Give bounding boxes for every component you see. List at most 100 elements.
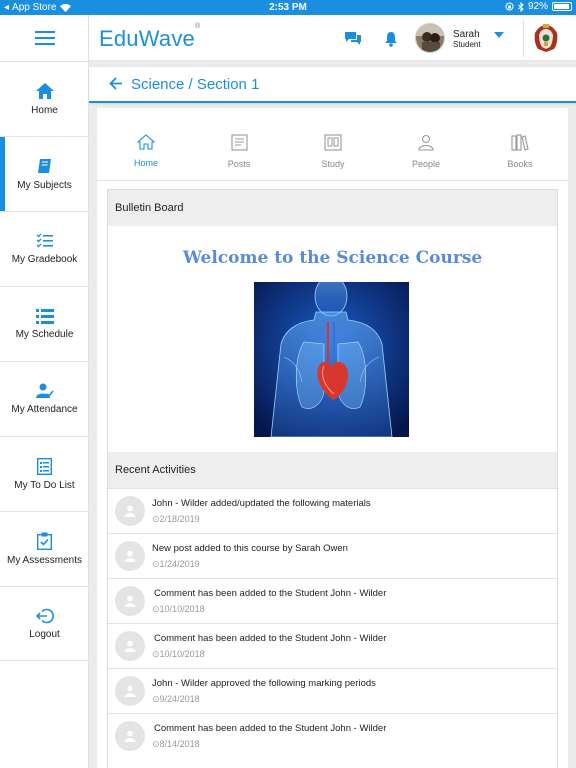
tab-study[interactable]: Study <box>303 134 363 169</box>
sidebar-item-label: Home <box>31 105 58 116</box>
back-arrow-icon[interactable] <box>109 77 123 90</box>
eduwave-logo: EduWave® <box>99 22 201 52</box>
tab-label: Home <box>133 158 158 168</box>
jordan-emblem-logo <box>523 19 567 57</box>
home-icon <box>35 83 54 99</box>
activity-item[interactable]: John - Wilder approved the following mar… <box>108 668 557 713</box>
user-role: Student <box>453 40 481 49</box>
user-placeholder-icon <box>124 505 136 517</box>
sidebar-item-label: Logout <box>29 628 60 640</box>
logo-text: EduWave <box>99 26 195 51</box>
todo-icon <box>37 457 52 475</box>
clock-icon: ⊙ <box>152 604 160 614</box>
checklist-icon <box>36 233 53 248</box>
activity-text: New post added to this course by Sarah O… <box>152 543 348 554</box>
activity-avatar <box>115 676 145 706</box>
user-placeholder-icon <box>124 550 136 562</box>
chat-icon[interactable] <box>344 31 362 46</box>
anatomy-heart-lungs-image <box>254 282 409 437</box>
top-header: EduWave® Sarah Student <box>89 15 576 61</box>
tab-posts[interactable]: Posts <box>209 134 269 169</box>
tab-label: Study <box>321 159 345 169</box>
battery-icon <box>552 2 572 11</box>
sidebar-item-label: My Subjects <box>17 180 72 191</box>
sidebar-item-label: My Attendance <box>11 404 78 415</box>
activity-text: Comment has been added to the Student Jo… <box>154 723 387 734</box>
hamburger-icon <box>34 31 55 45</box>
activity-text: John - Wilder added/updated the followin… <box>152 498 371 509</box>
activity-item[interactable]: Comment has been added to the Student Jo… <box>108 623 557 668</box>
sidebar: Home My Subjects My Gradebook My Schedul… <box>0 15 89 768</box>
clock-icon: ⊙ <box>152 559 160 569</box>
bulletin-board-heading: Bulletin Board <box>108 190 557 226</box>
course-home-panel: Bulletin Board Welcome to the Science Co… <box>107 189 558 768</box>
sidebar-item-my-gradebook[interactable]: My Gradebook <box>0 211 89 286</box>
page-title: Science / Section 1 <box>131 76 260 93</box>
sidebar-item-my-subjects[interactable]: My Subjects <box>0 136 89 211</box>
activity-item[interactable]: New post added to this course by Sarah O… <box>108 533 557 578</box>
activity-date: ⊙8/14/2018 <box>152 739 200 749</box>
tab-books[interactable]: Books <box>490 134 550 169</box>
user-name[interactable]: Sarah <box>453 29 480 40</box>
sidebar-item-label: My Gradebook <box>11 254 78 265</box>
tab-label: Books <box>507 159 533 169</box>
activity-item[interactable]: John - Wilder added/updated the followin… <box>108 488 557 533</box>
bluetooth-icon <box>518 1 524 12</box>
activity-item[interactable]: Comment has been added to the Student Jo… <box>108 578 557 623</box>
activity-item[interactable]: Comment has been added to the Student Jo… <box>108 713 557 758</box>
study-icon <box>324 134 342 151</box>
user-placeholder-icon <box>124 685 136 697</box>
status-right: 92% <box>505 1 572 12</box>
activity-avatar <box>115 631 145 661</box>
user-check-icon <box>35 383 54 398</box>
battery-percent: 92% <box>527 1 548 12</box>
activity-text: John - Wilder approved the following mar… <box>152 678 376 689</box>
books-icon <box>511 134 529 151</box>
posts-icon <box>230 134 248 151</box>
avatar[interactable] <box>415 23 445 53</box>
emblem-icon <box>534 24 557 52</box>
sidebar-item-my-attendance[interactable]: My Attendance <box>0 361 89 436</box>
main-content: Science / Section 1 Home Posts Study Peo… <box>89 61 576 768</box>
book-icon <box>37 159 51 173</box>
clock: 2:53 PM <box>269 2 307 13</box>
course-card: Home Posts Study People Books Bulletin B… <box>97 108 568 768</box>
activity-date: ⊙1/24/2019 <box>152 559 200 569</box>
clock-icon: ⊙ <box>152 649 160 659</box>
user-placeholder-icon <box>124 595 136 607</box>
activity-avatar <box>115 541 145 571</box>
bell-icon[interactable] <box>384 31 398 47</box>
sidebar-item-label: My Assessments <box>6 555 83 566</box>
sidebar-item-my-schedule[interactable]: My Schedule <box>0 286 89 361</box>
activity-date: ⊙10/10/2018 <box>152 604 205 614</box>
clock-icon: ⊙ <box>152 739 160 749</box>
activity-text: Comment has been added to the Student Jo… <box>154 633 387 644</box>
sidebar-item-logout[interactable]: Logout <box>0 586 89 661</box>
chevron-down-icon[interactable] <box>494 32 504 38</box>
welcome-message: Welcome to the Science Course <box>182 248 483 268</box>
activity-date: ⊙9/24/2018 <box>152 694 200 704</box>
activity-avatar <box>115 496 145 526</box>
home-outline-icon <box>137 134 155 150</box>
menu-button[interactable] <box>0 15 89 61</box>
orientation-lock-icon <box>505 2 514 11</box>
breadcrumb: Science / Section 1 <box>89 67 576 103</box>
list-icon <box>35 308 54 324</box>
course-tabs: Home Posts Study People Books <box>97 108 568 181</box>
status-bar: ◂ App Store 2:53 PM 92% <box>0 0 576 15</box>
user-placeholder-icon <box>124 730 136 742</box>
sidebar-item-home[interactable]: Home <box>0 61 89 136</box>
tab-label: People <box>411 159 441 169</box>
sidebar-item-my-assessments[interactable]: My Assessments <box>0 511 89 586</box>
avatar-photo <box>416 24 444 52</box>
sidebar-item-my-to-do-list[interactable]: My To Do List <box>0 436 89 511</box>
sidebar-item-label: My To Do List <box>14 479 75 491</box>
activity-text: Comment has been added to the Student Jo… <box>154 588 387 599</box>
tab-people[interactable]: People <box>396 134 456 169</box>
tab-home[interactable]: Home <box>116 134 176 168</box>
activity-avatar <box>115 586 145 616</box>
logo-registered-mark: ® <box>194 22 201 30</box>
clock-icon: ⊙ <box>152 514 160 524</box>
sidebar-item-label: My Schedule <box>15 328 74 340</box>
tab-label: Posts <box>227 159 251 169</box>
